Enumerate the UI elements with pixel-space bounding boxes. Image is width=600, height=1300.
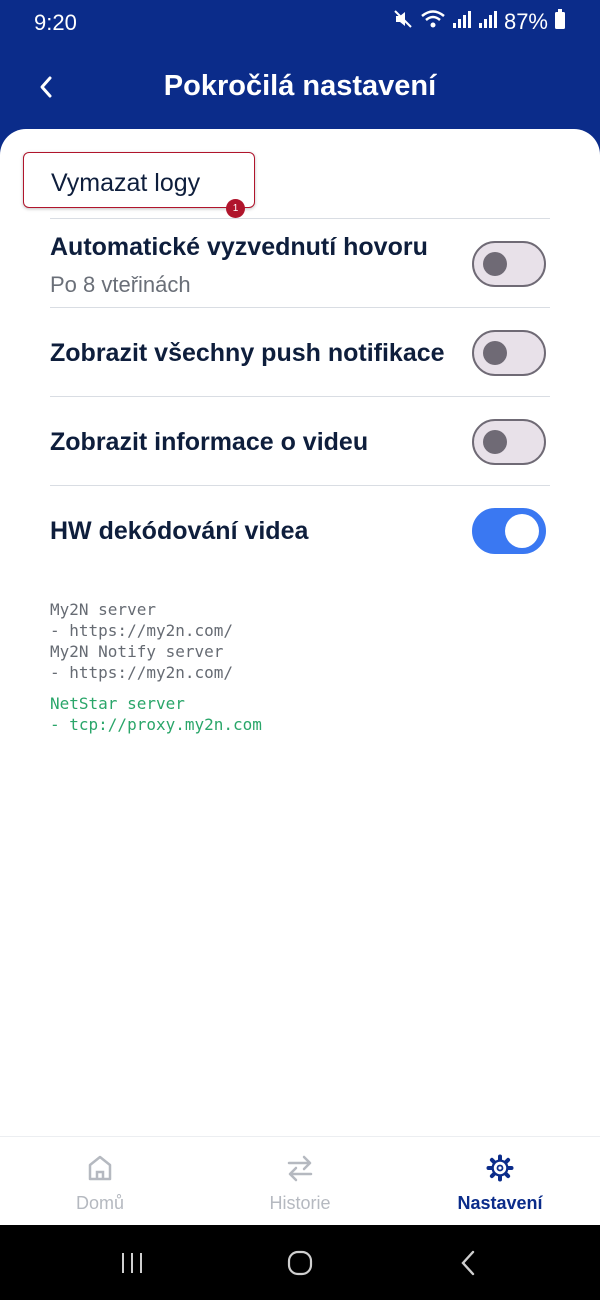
my2n-server-label: My2N server bbox=[50, 600, 156, 619]
recent-apps-icon bbox=[122, 1253, 142, 1273]
recent-apps-button[interactable] bbox=[114, 1245, 150, 1281]
clear-logs-label: Vymazat logy bbox=[51, 169, 201, 197]
swap-arrows-icon bbox=[287, 1155, 313, 1182]
gear-icon bbox=[486, 1154, 514, 1182]
home-icon bbox=[88, 1155, 112, 1181]
system-back-button[interactable] bbox=[450, 1245, 486, 1281]
back-arrow-icon bbox=[461, 1250, 475, 1276]
toggle-knob bbox=[483, 430, 507, 454]
toggle-knob bbox=[505, 514, 539, 548]
nav-home-label: Domů bbox=[75, 1193, 124, 1213]
divider bbox=[50, 396, 550, 397]
signal-icon bbox=[452, 9, 472, 35]
nav-settings-label: Nastavení bbox=[457, 1193, 543, 1213]
netstar-server-label: NetStar server bbox=[50, 694, 185, 713]
setting-hw-decoding-label: HW dekódování videa bbox=[50, 517, 309, 545]
signal-icon-2 bbox=[478, 9, 498, 35]
nav-history[interactable]: Historie bbox=[200, 1137, 400, 1226]
status-time: 9:20 bbox=[34, 10, 77, 35]
bottom-navigation: Domů Historie Nastavení bbox=[0, 1136, 600, 1226]
divider bbox=[50, 218, 550, 219]
clear-logs-button[interactable]: Vymazat logy bbox=[23, 152, 255, 208]
netstar-server-url: - tcp://proxy.my2n.com bbox=[50, 715, 262, 734]
push-notifications-toggle[interactable] bbox=[472, 330, 546, 376]
page-title: Pokročilá nastavení bbox=[163, 70, 437, 102]
notification-badge: 1 bbox=[226, 199, 245, 218]
divider bbox=[50, 307, 550, 308]
home-circle-icon bbox=[287, 1250, 313, 1276]
auto-answer-toggle[interactable] bbox=[472, 241, 546, 287]
notify-server-label: My2N Notify server bbox=[50, 642, 224, 661]
mute-icon bbox=[392, 8, 414, 36]
setting-video-info-label: Zobrazit informace o videu bbox=[50, 428, 369, 456]
setting-auto-answer-label: Automatické vyzvednutí hovoru bbox=[50, 233, 428, 261]
my2n-server-url: - https://my2n.com/ bbox=[50, 621, 234, 640]
wifi-icon bbox=[420, 8, 446, 36]
nav-history-label: Historie bbox=[269, 1193, 331, 1213]
notify-server-url: - https://my2n.com/ bbox=[50, 663, 234, 682]
battery-percentage: 87% bbox=[503, 9, 548, 34]
title-bar: Pokročilá nastavení bbox=[0, 56, 600, 118]
netstar-info: NetStar server - tcp://proxy.my2n.com bbox=[50, 693, 262, 735]
status-bar: 9:20 87% bbox=[0, 0, 600, 46]
home-system-button[interactable] bbox=[282, 1245, 318, 1281]
setting-auto-answer-subtitle: Po 8 vteřinách bbox=[50, 272, 191, 297]
hw-decoding-toggle[interactable] bbox=[472, 508, 546, 554]
system-navigation-bar bbox=[0, 1225, 600, 1300]
status-icons: 87% bbox=[392, 8, 566, 36]
battery-icon bbox=[554, 9, 566, 35]
setting-push-notifications-label: Zobrazit všechny push notifikace bbox=[50, 339, 445, 367]
toggle-knob bbox=[483, 341, 507, 365]
divider bbox=[50, 485, 550, 486]
nav-settings[interactable]: Nastavení bbox=[400, 1137, 600, 1226]
toggle-knob bbox=[483, 252, 507, 276]
server-info: My2N server - https://my2n.com/My2N Notif… bbox=[50, 599, 233, 683]
nav-home[interactable]: Domů bbox=[0, 1137, 200, 1226]
video-info-toggle[interactable] bbox=[472, 419, 546, 465]
